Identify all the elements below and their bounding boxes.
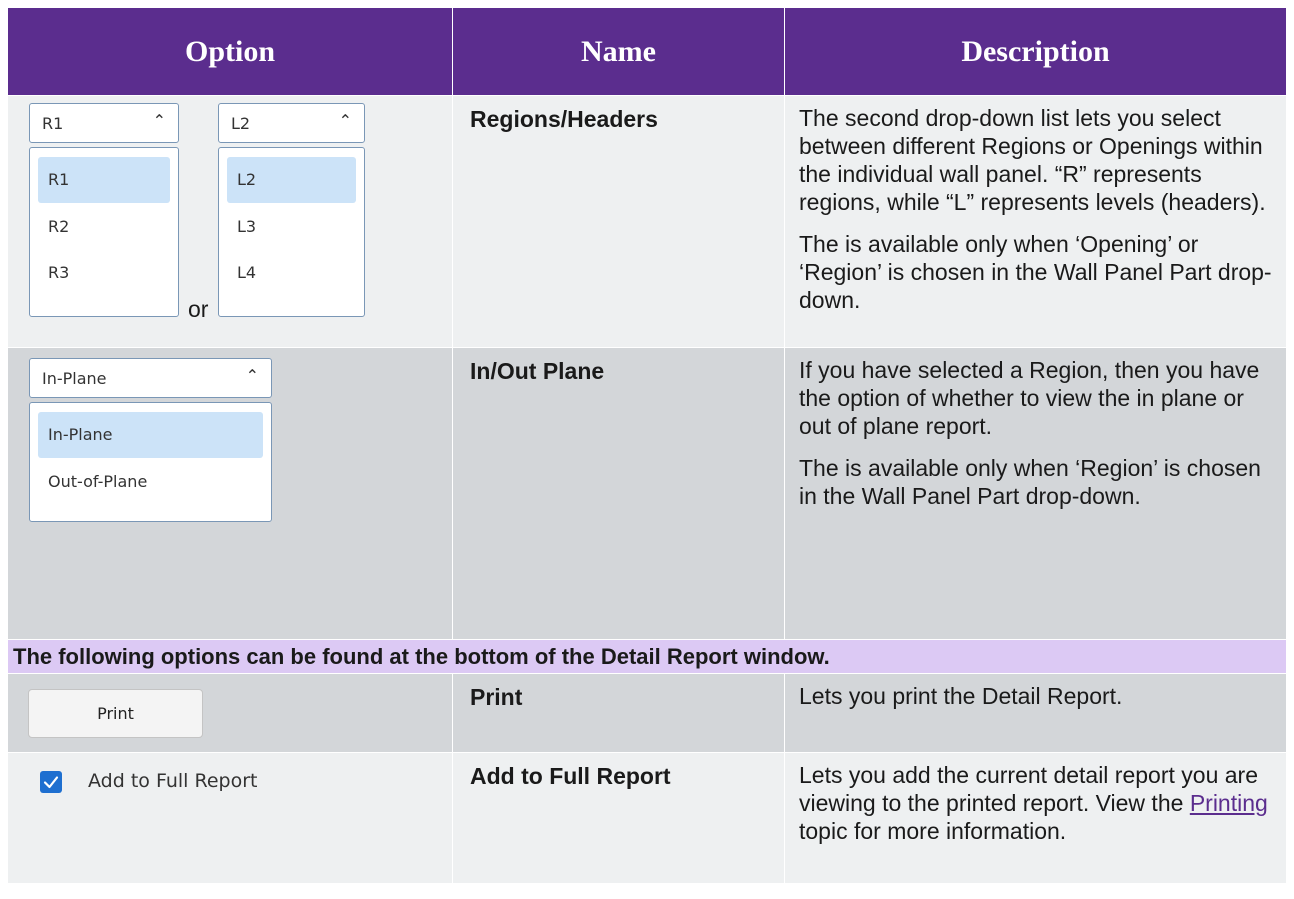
level-dropdown[interactable]: L2 ⌃ [218, 103, 365, 143]
list-item[interactable]: L3 [227, 204, 356, 250]
list-item[interactable]: Out-of-Plane [38, 459, 263, 505]
option-name: Print [470, 684, 523, 710]
description-paragraph: If you have selected a Region, then you … [799, 357, 1260, 439]
plane-dropdown-list: In-Plane Out-of-Plane [29, 402, 272, 522]
level-dropdown-value: L2 [231, 114, 251, 133]
option-name: Add to Full Report [470, 763, 671, 789]
checkmark-icon [43, 776, 59, 789]
name-cell: In/Out Plane [452, 348, 784, 639]
description-cell: If you have selected a Region, then you … [784, 348, 1286, 639]
description-cell: Lets you print the Detail Report. [784, 674, 1286, 752]
table-row: In-Plane ⌃ In-Plane Out-of-Plane In/Out … [8, 347, 1286, 639]
option-description: The second drop-down list lets you selec… [785, 96, 1286, 314]
list-item[interactable]: In-Plane [38, 412, 263, 458]
or-label: or [188, 296, 209, 322]
option-cell: R1 ⌃ R1 R2 R3 or L2 ⌃ L2 L3 L4 [8, 96, 452, 347]
list-item[interactable]: L4 [227, 250, 356, 296]
region-dropdown[interactable]: R1 ⌃ [29, 103, 179, 143]
list-item[interactable]: L2 [227, 157, 356, 203]
chevron-up-icon: ⌃ [245, 366, 259, 385]
header-option: Option [184, 34, 276, 68]
table-header: Option Name Description [8, 8, 1286, 95]
region-dropdown-value: R1 [42, 114, 64, 133]
option-name: Regions/Headers [470, 106, 658, 132]
option-name: In/Out Plane [470, 358, 605, 384]
description-text: topic for more information. [799, 818, 1067, 844]
name-cell: Regions/Headers [452, 96, 784, 347]
name-cell: Print [452, 674, 784, 752]
option-cell: Print [8, 674, 452, 752]
chevron-up-icon: ⌃ [152, 111, 166, 130]
option-description: Lets you add the current detail report y… [785, 753, 1286, 845]
list-item[interactable]: R3 [38, 250, 170, 296]
plane-dropdown-value: In-Plane [42, 369, 107, 388]
name-cell: Add to Full Report [452, 753, 784, 883]
description-cell: The second drop-down list lets you selec… [784, 96, 1286, 347]
header-name: Name [452, 8, 784, 95]
description-paragraph: The second drop-down list lets you selec… [799, 105, 1266, 215]
plane-dropdown[interactable]: In-Plane ⌃ [29, 358, 272, 398]
option-cell: In-Plane ⌃ In-Plane Out-of-Plane [8, 348, 452, 639]
level-dropdown-list: L2 L3 L4 [218, 147, 365, 317]
region-dropdown-list: R1 R2 R3 [29, 147, 179, 317]
option-cell: Add to Full Report [8, 753, 452, 883]
option-description: Lets you print the Detail Report. [799, 683, 1123, 709]
option-description: If you have selected a Region, then you … [785, 348, 1286, 510]
add-to-full-report-checkbox[interactable] [40, 771, 62, 793]
header-description: Description [784, 8, 1286, 95]
list-item[interactable]: R1 [38, 157, 170, 203]
section-banner: The following options can be found at th… [8, 639, 1286, 673]
chevron-up-icon: ⌃ [338, 111, 352, 130]
print-button[interactable]: Print [28, 689, 203, 738]
printing-topic-link[interactable]: Printing [1190, 790, 1268, 816]
checkbox-label: Add to Full Report [88, 770, 258, 792]
description-paragraph: The is available only when ‘Opening’ or … [799, 231, 1272, 313]
list-item[interactable]: R2 [38, 204, 170, 250]
description-cell: Lets you add the current detail report y… [784, 753, 1286, 883]
table-row: Add to Full Report Add to Full Report Le… [8, 752, 1286, 883]
description-paragraph: The is available only when ‘Region’ is c… [799, 455, 1261, 509]
options-table: Option Name Description R1 ⌃ R1 R2 R3 or… [8, 8, 1286, 883]
table-row: R1 ⌃ R1 R2 R3 or L2 ⌃ L2 L3 L4 Regions/H… [8, 95, 1286, 347]
table-row: Print Print Lets you print the Detail Re… [8, 673, 1286, 752]
